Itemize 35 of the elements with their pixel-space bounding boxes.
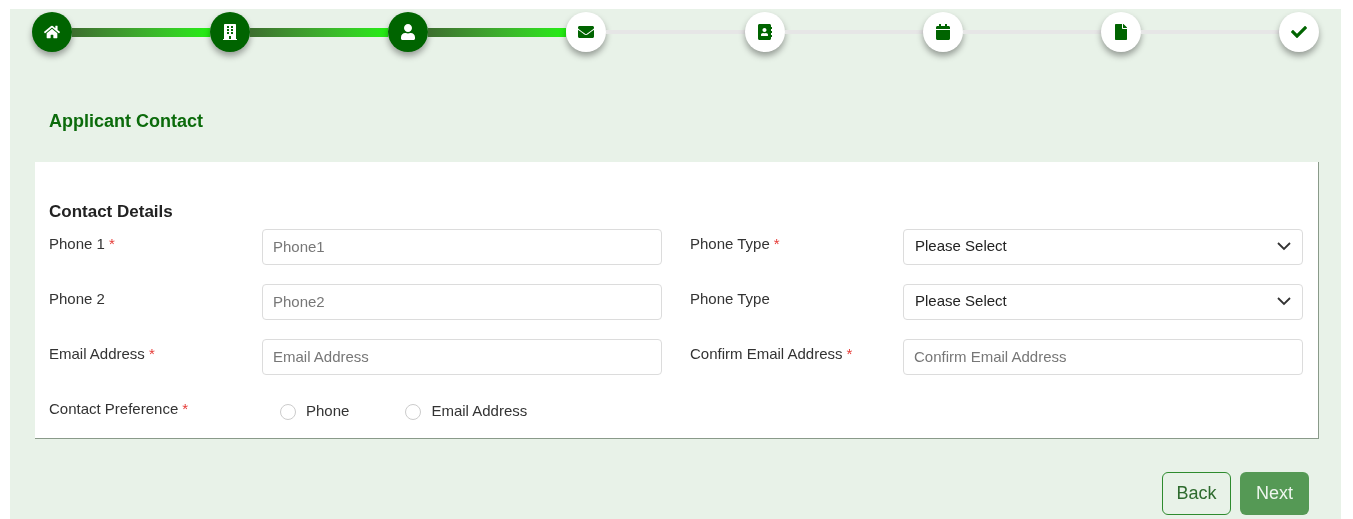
required-asterisk: * bbox=[182, 399, 189, 417]
file-icon bbox=[1112, 24, 1129, 40]
required-asterisk: * bbox=[773, 234, 780, 252]
calendar-icon bbox=[934, 24, 951, 40]
radio-label: Email Address bbox=[431, 401, 528, 422]
field-label: Confirm Email Address bbox=[690, 344, 843, 362]
check-icon bbox=[1291, 24, 1307, 40]
text-field[interactable]: Email Address bbox=[262, 338, 662, 375]
user-icon bbox=[400, 24, 417, 40]
home-icon bbox=[44, 24, 60, 40]
radio-button[interactable] bbox=[405, 403, 422, 420]
required-asterisk: * bbox=[108, 234, 115, 252]
envelope-icon bbox=[578, 24, 595, 40]
select-dropdown[interactable]: Please Select bbox=[903, 283, 1303, 320]
required-asterisk: * bbox=[148, 344, 155, 362]
field-label: Phone 2 bbox=[49, 289, 105, 307]
chevron-down-icon bbox=[1277, 297, 1291, 306]
text-field[interactable]: Phone1 bbox=[262, 228, 662, 265]
required-asterisk: * bbox=[846, 344, 853, 362]
text-field[interactable]: Phone2 bbox=[262, 283, 662, 320]
back-button[interactable]: Back bbox=[1162, 472, 1231, 515]
select-dropdown[interactable]: Please Select bbox=[903, 228, 1303, 265]
text-field[interactable]: Confirm Email Address bbox=[903, 338, 1303, 375]
chevron-down-icon bbox=[1277, 242, 1291, 251]
field-label: Phone 1 bbox=[49, 234, 105, 252]
radio-label: Phone bbox=[306, 401, 350, 422]
page-title: Applicant Contact bbox=[49, 110, 204, 133]
field-label: Phone Type bbox=[690, 289, 770, 307]
field-label: Contact Preference bbox=[49, 399, 179, 417]
field-label: Email Address bbox=[49, 344, 145, 362]
radio-button[interactable] bbox=[280, 403, 296, 420]
building-icon bbox=[222, 24, 239, 40]
field-label: Phone Type bbox=[690, 234, 770, 252]
address-book-icon bbox=[756, 24, 773, 40]
section-title: Contact Details bbox=[49, 201, 174, 223]
